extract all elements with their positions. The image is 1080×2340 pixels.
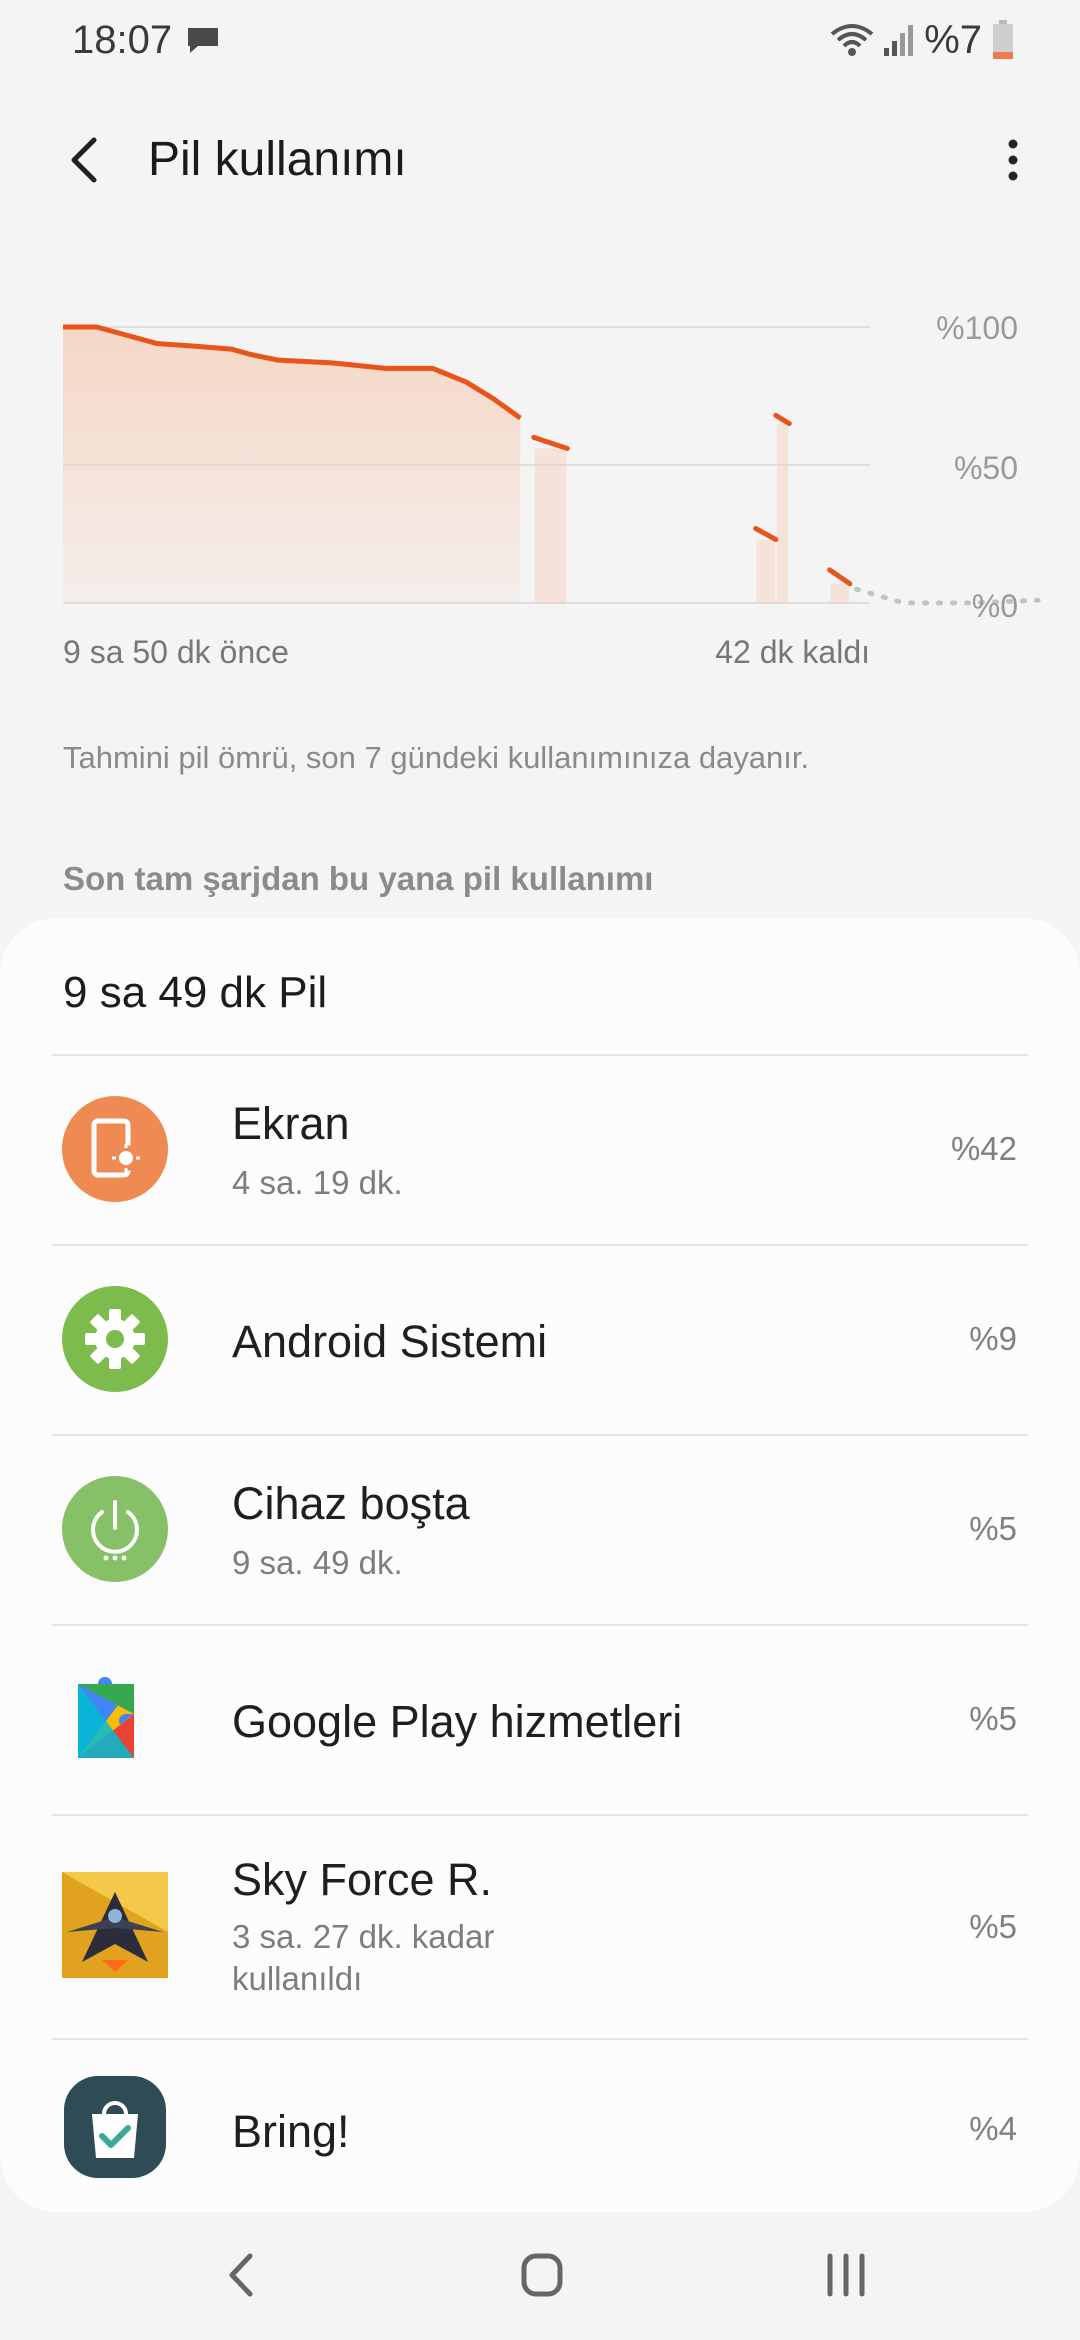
page-title: Pil kullanımı (148, 133, 407, 186)
nav-recents-icon[interactable] (806, 2242, 886, 2308)
battery-usage-chart: %100 %50 %0 9 sa 50 dk önce 42 dk kaldı (0, 300, 1080, 680)
google-play-services-icon (78, 1677, 134, 1758)
item-subtitle: 4 sa. 19 dk. (232, 1164, 403, 1201)
power-icon (62, 1476, 168, 1582)
wifi-icon (830, 24, 874, 56)
battery-icon (993, 20, 1013, 59)
item-name: Ekran (232, 1098, 350, 1149)
history-line-segment (773, 412, 792, 427)
history-line-segment (531, 434, 570, 451)
estimate-note: Tahmini pil ömrü, son 7 gündeki kullanım… (63, 740, 810, 775)
back-arrow-icon[interactable] (56, 130, 116, 190)
message-notification-icon (188, 28, 218, 53)
item-percent: %4 (969, 2110, 1017, 2147)
item-percent: %42 (950, 1130, 1017, 1167)
history-fill-segment (534, 448, 567, 603)
cellular-signal-icon (884, 25, 914, 56)
nav-back-icon[interactable] (202, 2242, 282, 2308)
total-battery-time: 9 sa 49 dk Pil (63, 968, 328, 1017)
history-area (63, 327, 521, 603)
app-bar: Pil kullanımı (0, 110, 1080, 210)
y-tick-label: %0 (971, 588, 1018, 624)
history-fill-segment (756, 539, 775, 603)
section-title: Son tam şarjdan bu yana pil kullanımı (63, 860, 654, 897)
history-fill-segment (776, 423, 789, 603)
list-item-sky-force[interactable]: Sky Force R. 3 sa. 27 dk. kadar kullanıl… (0, 1816, 1080, 2038)
history-line-segment (827, 567, 853, 587)
item-name: Android Sistemi (232, 1316, 548, 1367)
item-subtitle: 9 sa. 49 dk. (232, 1544, 403, 1581)
status-bar: 18:07 %7 (0, 0, 1080, 84)
status-time: 18:07 (72, 18, 173, 62)
history-line-segment (753, 525, 779, 543)
y-tick-label: %100 (936, 310, 1018, 346)
gear-icon (62, 1286, 168, 1392)
y-tick-label: %50 (953, 450, 1018, 486)
list-item-google-play-hizmetleri[interactable]: Google Play hizmetleri %5 (0, 1626, 1080, 1814)
item-name: Bring! (232, 2106, 350, 2157)
item-percent: %5 (969, 1510, 1017, 1547)
item-name: Cihaz boşta (232, 1478, 470, 1529)
list-item-ekran[interactable]: Ekran 4 sa. 19 dk. %42 (0, 1056, 1080, 1244)
battery-percent: %7 (924, 17, 982, 62)
list-item-cihaz-bosta[interactable]: Cihaz boşta 9 sa. 49 dk. %5 (0, 1436, 1080, 1624)
screen-brightness-icon (62, 1096, 168, 1202)
item-percent: %9 (969, 1320, 1017, 1357)
bring-app-icon (64, 2076, 166, 2178)
item-subtitle: 3 sa. 27 dk. kadar kullanıldı (232, 1918, 495, 1997)
navigation-bar (0, 2212, 1080, 2340)
x-end-label: 42 dk kaldı (715, 634, 870, 670)
history-fill-segment (830, 583, 849, 603)
nav-home-icon[interactable] (502, 2242, 582, 2308)
item-percent: %5 (969, 1700, 1017, 1737)
list-item-bring[interactable]: Bring! %4 (0, 2040, 1080, 2212)
item-name: Sky Force R. (232, 1854, 493, 1905)
item-percent: %5 (969, 1908, 1017, 1945)
usage-card: 9 sa 49 dk Pil Ekran 4 sa. 19 dk. %42 An… (0, 918, 1080, 2212)
more-options-icon[interactable] (998, 130, 1028, 190)
item-name: Google Play hizmetleri (232, 1696, 683, 1747)
x-start-label: 9 sa 50 dk önce (63, 634, 289, 670)
sky-force-app-icon (62, 1872, 168, 1978)
list-item-android-sistemi[interactable]: Android Sistemi %9 (0, 1246, 1080, 1434)
